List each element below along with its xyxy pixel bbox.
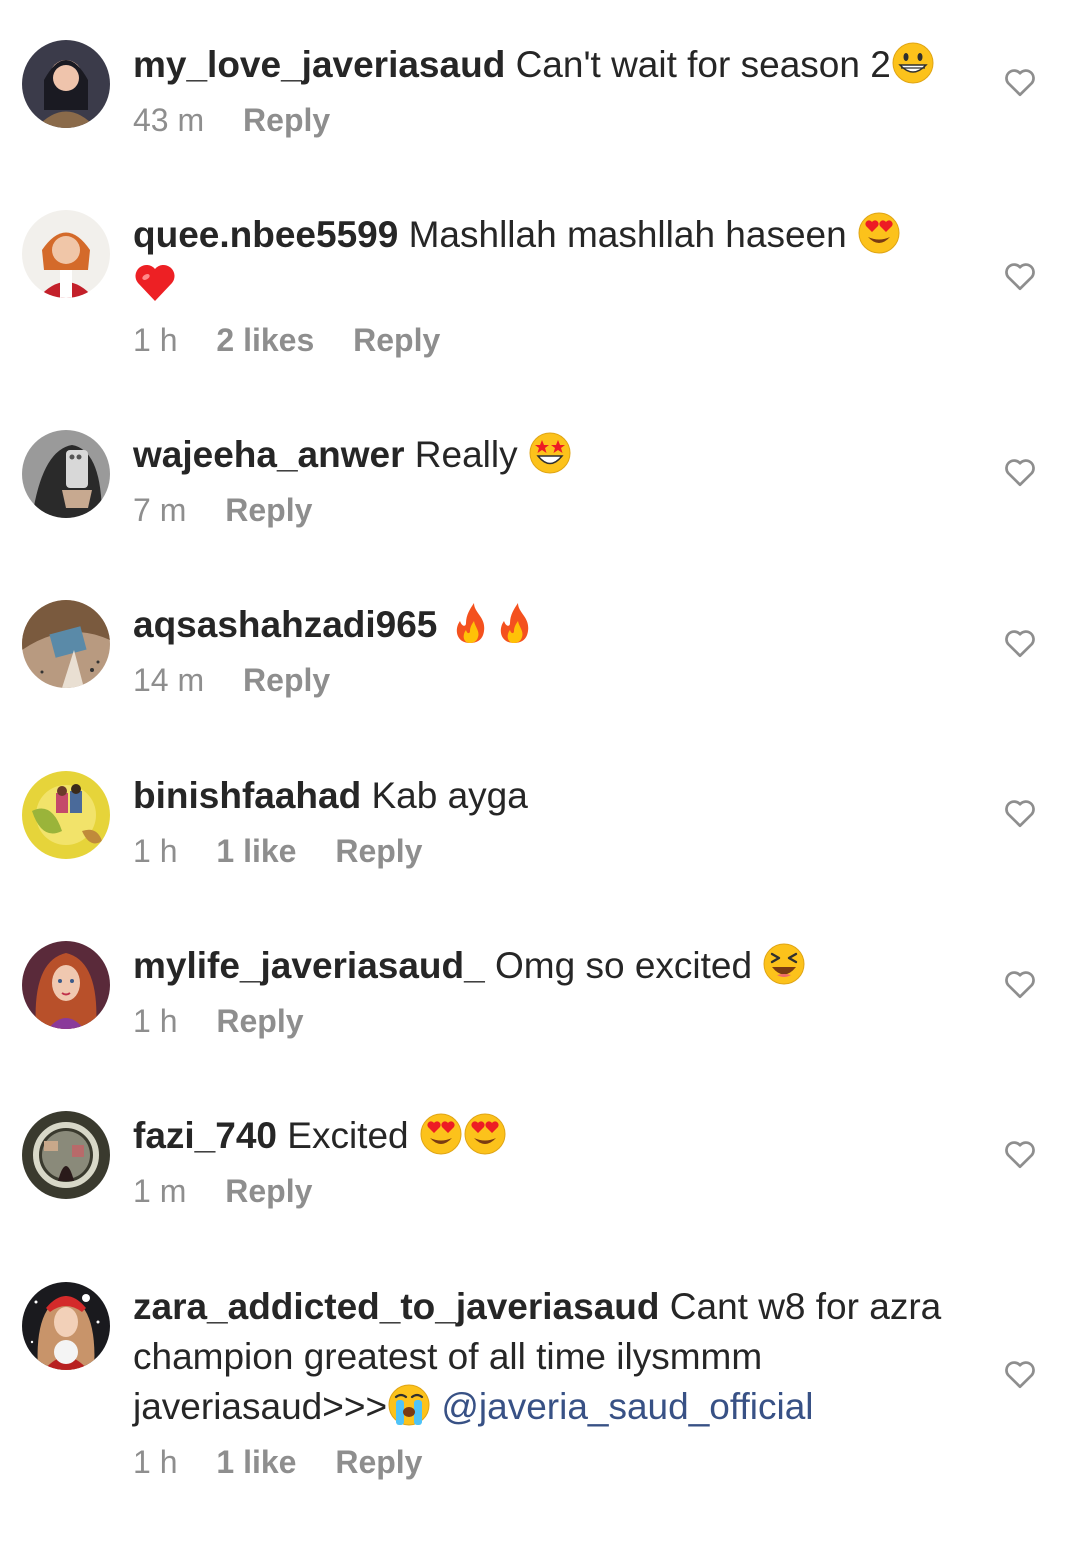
squinting-laughing-face-icon [762,942,806,986]
comment-username[interactable]: my_love_javeriasaud [133,44,505,85]
comment-text: aqsashahzadi965 [133,600,963,650]
comment-text: quee.nbee5599 Mashllah mashllah haseen [133,210,963,310]
avatar[interactable] [22,771,110,859]
mention-link[interactable]: @javeria_saud_official [441,1386,813,1427]
like-button[interactable] [1002,795,1038,831]
avatar[interactable] [22,1282,110,1370]
fire-icon [492,601,536,645]
comment-username[interactable]: wajeeha_anwer [133,434,404,475]
grinning-face-icon [891,41,935,85]
fire-icon [448,601,492,645]
comment-time: 14 m [133,662,205,698]
comment-username[interactable]: aqsashahzadi965 [133,604,437,645]
reply-button[interactable]: Reply [216,1001,303,1041]
heart-outline-icon [1005,1141,1035,1169]
avatar[interactable] [22,1111,110,1199]
comment-meta: 1 h 2 likes Reply [133,320,963,360]
reply-button[interactable]: Reply [243,660,330,700]
avatar[interactable] [22,210,110,298]
comment-meta: 1 m Reply [133,1171,963,1211]
comment-body: Excited [287,1115,409,1156]
avatar[interactable] [22,40,110,128]
comment-meta: 1 h 1 like Reply [133,831,963,871]
reply-button[interactable]: Reply [335,831,422,871]
comment-text: mylife_javeriasaud_ Omg so excited [133,941,963,991]
red-heart-icon [133,261,177,305]
comment-meta: 1 h Reply [133,1001,963,1041]
comment-text: wajeeha_anwer Really [133,430,963,480]
comment-time: 1 m [133,1173,187,1209]
crying-face-icon [387,1383,431,1427]
comment-body: Kab ayga [371,775,528,816]
comment-text: fazi_740 Excited [133,1111,963,1161]
heart-outline-icon [1005,971,1035,999]
like-button[interactable] [1002,966,1038,1002]
comment-time: 1 h [133,322,178,358]
comment-body: Can't wait for season 2 [515,44,891,85]
like-button[interactable] [1002,64,1038,100]
reply-button[interactable]: Reply [335,1442,422,1482]
comment-text: zara_addicted_to_javeriasaud Cant w8 for… [133,1282,963,1432]
heart-outline-icon [1005,263,1035,291]
like-button[interactable] [1002,1356,1038,1392]
comment-time: 7 m [133,492,187,528]
reply-button[interactable]: Reply [353,320,440,360]
reply-button[interactable]: Reply [225,1171,312,1211]
star-struck-face-icon [528,431,572,475]
avatar[interactable] [22,600,110,688]
comment-time: 1 h [133,1444,178,1480]
comment-username[interactable]: quee.nbee5599 [133,214,398,255]
heart-outline-icon [1005,1361,1035,1389]
avatar[interactable] [22,941,110,1029]
heart-eyes-face-icon [857,211,901,255]
likes-count[interactable]: 2 likes [216,320,314,360]
like-button[interactable] [1002,625,1038,661]
comment-text: binishfaahad Kab ayga [133,771,963,821]
comment-text: my_love_javeriasaud Can't wait for seaso… [133,40,963,90]
like-button[interactable] [1002,1136,1038,1172]
heart-outline-icon [1005,630,1035,658]
comment-username[interactable]: zara_addicted_to_javeriasaud [133,1286,659,1327]
likes-count[interactable]: 1 like [216,1442,296,1482]
comment-meta: 43 m Reply [133,100,963,140]
comment-meta: 14 m Reply [133,660,963,700]
comment-username[interactable]: mylife_javeriasaud_ [133,945,485,986]
heart-outline-icon [1005,459,1035,487]
reply-button[interactable]: Reply [225,490,312,530]
avatar[interactable] [22,430,110,518]
heart-outline-icon [1005,800,1035,828]
comment-time: 43 m [133,102,205,138]
comment-time: 1 h [133,1003,178,1039]
comment-body: Omg so excited [495,945,753,986]
like-button[interactable] [1002,454,1038,490]
heart-eyes-face-icon [419,1112,463,1156]
reply-button[interactable]: Reply [243,100,330,140]
comment-body: Really [414,434,518,475]
heart-outline-icon [1005,69,1035,97]
like-button[interactable] [1002,258,1038,294]
comment-username[interactable]: fazi_740 [133,1115,277,1156]
comment-meta: 7 m Reply [133,490,963,530]
comment-meta: 1 h 1 like Reply [133,1442,963,1482]
heart-eyes-face-icon [463,1112,507,1156]
comment-body: Mashllah mashllah haseen [408,214,847,255]
comment-username[interactable]: binishfaahad [133,775,361,816]
comment-time: 1 h [133,833,178,869]
likes-count[interactable]: 1 like [216,831,296,871]
